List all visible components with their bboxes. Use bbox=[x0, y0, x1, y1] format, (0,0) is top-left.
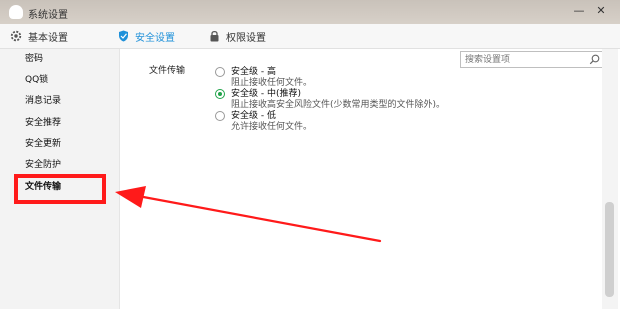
sidebar-item-security-protection[interactable]: 安全防护 bbox=[25, 157, 61, 173]
tab-permission-settings-label: 权限设置 bbox=[226, 32, 266, 44]
scrollbar-thumb[interactable] bbox=[605, 202, 614, 297]
sidebar-item-message-history[interactable]: 消息记录 bbox=[25, 93, 61, 109]
file-transfer-section-label: 文件传输 bbox=[149, 66, 186, 76]
security-level-low-option[interactable]: 安全级 - 低 允许接收任何文件。 bbox=[215, 108, 595, 132]
settings-window: 系统设置 — ✕ 基本设置 安全设置 权限设置 搜索设置项 密码 QQ锁 消息记… bbox=[0, 0, 620, 309]
security-level-medium-option[interactable]: 安全级 - 中(推荐) 阻止接收高安全风险文件(少数常用类型的文件除外)。 bbox=[215, 86, 595, 110]
title-bar: 系统设置 — ✕ bbox=[0, 0, 620, 24]
close-button[interactable]: ✕ bbox=[594, 4, 608, 18]
sidebar-item-qq-lock[interactable]: QQ锁 bbox=[25, 72, 48, 88]
gear-icon bbox=[10, 30, 22, 42]
lock-icon bbox=[210, 30, 219, 42]
security-level-high-option[interactable]: 安全级 - 高 阻止接收任何文件。 bbox=[215, 64, 595, 88]
tab-bar: 基本设置 安全设置 权限设置 bbox=[0, 24, 620, 68]
security-level-high-radio[interactable] bbox=[215, 67, 225, 77]
shield-icon bbox=[119, 30, 128, 42]
tab-security-settings-label: 安全设置 bbox=[135, 32, 175, 44]
file-transfer-highlight-box bbox=[14, 174, 106, 204]
window-title: 系统设置 bbox=[28, 10, 68, 21]
security-level-low-radio[interactable] bbox=[215, 111, 225, 121]
tab-security-settings[interactable]: 安全设置 bbox=[118, 28, 175, 44]
security-level-low-description: 允许接收任何文件。 bbox=[231, 122, 313, 132]
minimize-button[interactable]: — bbox=[572, 4, 586, 18]
security-level-medium-radio[interactable] bbox=[215, 89, 225, 99]
app-icon bbox=[9, 5, 23, 19]
tab-permission-settings[interactable]: 权限设置 bbox=[209, 28, 266, 44]
tab-basic-settings[interactable]: 基本设置 bbox=[10, 28, 68, 44]
sidebar-item-password[interactable]: 密码 bbox=[25, 51, 43, 67]
settings-content: 文件传输 安全级 - 高 阻止接收任何文件。 安全级 - 中(推荐) 阻止接收高… bbox=[121, 49, 602, 309]
tab-basic-settings-label: 基本设置 bbox=[28, 32, 68, 44]
sidebar-item-security-recommendation[interactable]: 安全推荐 bbox=[25, 115, 61, 131]
sidebar-item-security-update[interactable]: 安全更新 bbox=[25, 136, 61, 152]
